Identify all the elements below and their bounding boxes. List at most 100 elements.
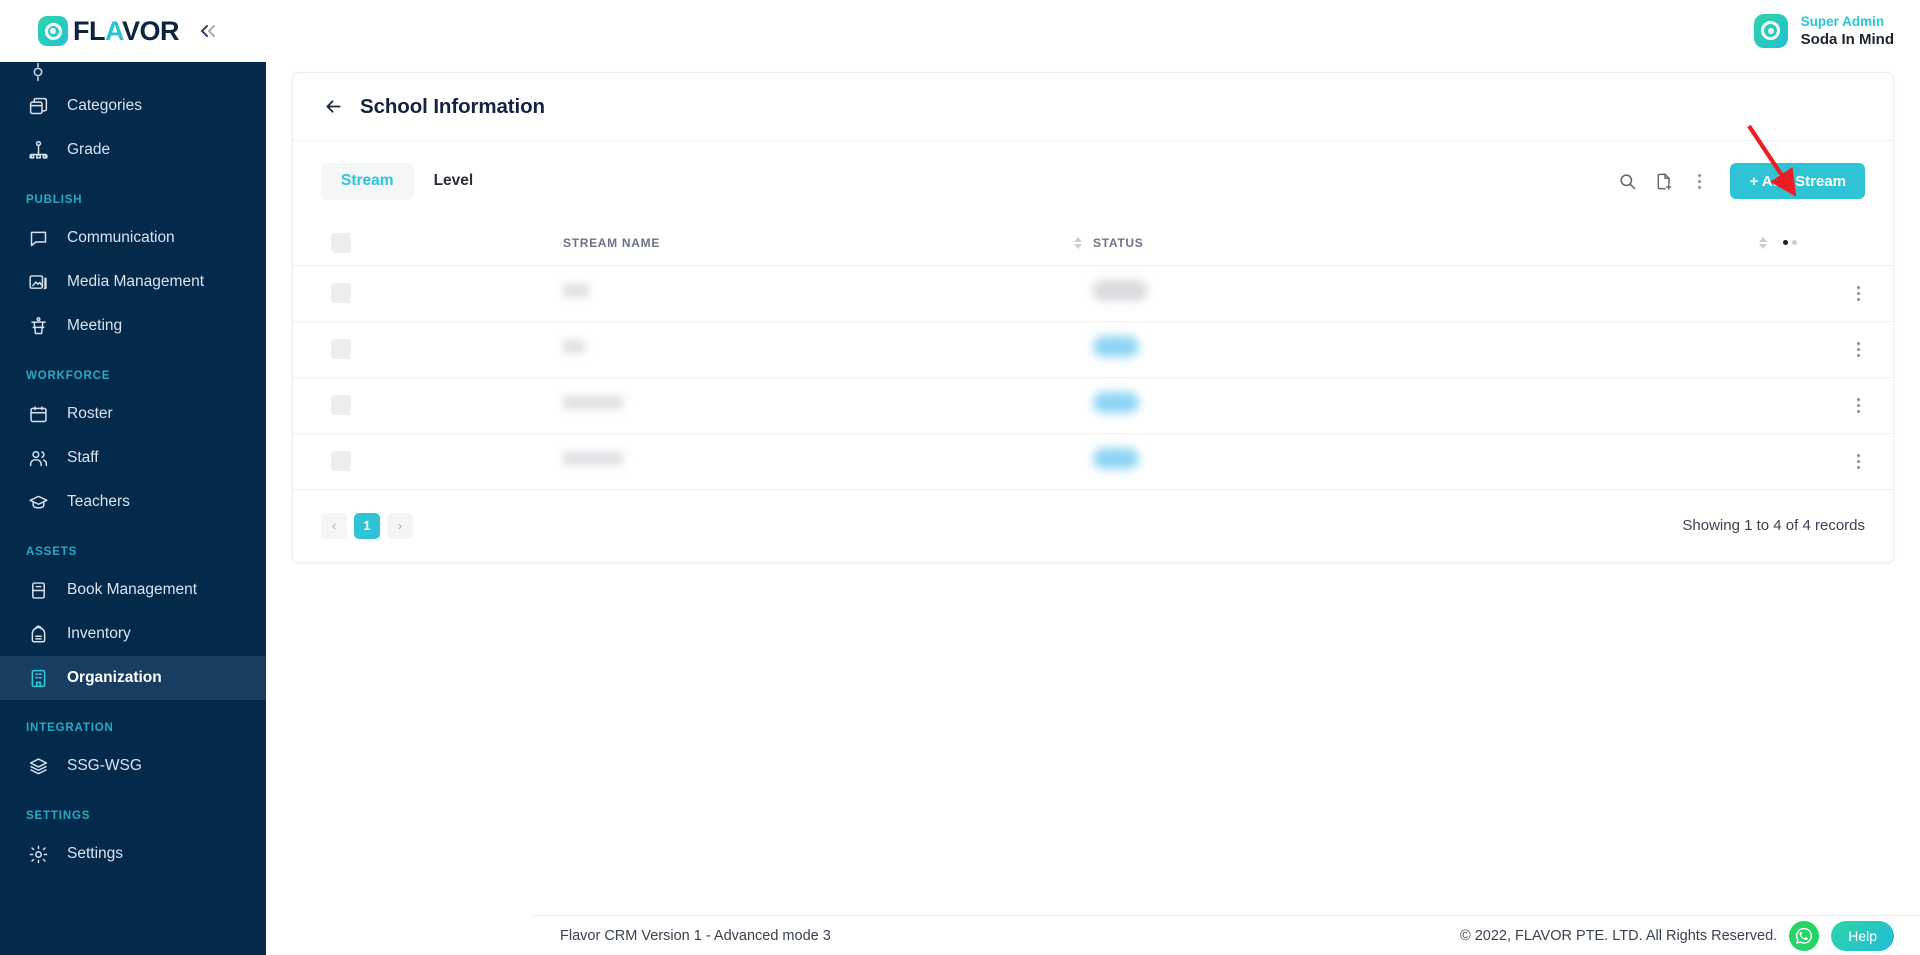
tab-label: Stream [341,172,394,189]
sidebar-item-settings[interactable]: Settings [0,832,266,876]
sidebar-group-integration: INTEGRATION [26,722,114,734]
backpack-icon [26,622,50,646]
cell-status [1093,265,1323,322]
sidebar-item-communication[interactable]: Communication [0,216,266,260]
select-all-checkbox[interactable] [331,232,351,253]
records-count: Showing 1 to 4 of 4 records [1682,517,1865,534]
users-icon [26,446,50,470]
document-add-icon[interactable] [1648,166,1678,196]
tab-bar: Stream Level [321,162,494,200]
cell-spacer [1783,265,1823,322]
table-body [293,265,1893,490]
sidebar-item-label: Media Management [67,273,204,290]
redacted-value [563,284,589,297]
help-button[interactable]: Help [1831,920,1894,951]
sidebar-item-ssg-wsg[interactable]: SSG-WSG [0,744,266,788]
redacted-value [563,452,623,465]
redacted-value [563,396,623,409]
sidebar-item-inventory[interactable]: Inventory [0,612,266,656]
add-stream-button[interactable]: + Add Stream [1730,163,1865,199]
pagination-page-1[interactable]: 1 [354,512,380,539]
tab-label: Level [433,172,474,189]
categories-icon [26,94,50,118]
status-badge [1093,280,1147,301]
calendar-icon [26,402,50,426]
sidebar-item-categories[interactable]: Categories [0,84,266,128]
toolbar-actions: + Add Stream [1612,163,1865,199]
table-toolbar: Stream Level + Add Stream [293,141,1893,221]
cell-status [1093,321,1323,378]
school-information-card: School Information Stream Level + Add St… [292,72,1894,563]
user-info: Super Admin Soda In Mind [1801,13,1894,49]
grade-hierarchy-icon [26,138,50,162]
table-row[interactable] [293,321,1893,378]
pagination: ‹ 1 › [321,512,413,539]
sidebar-item-roster[interactable]: Roster [0,392,266,436]
header-stream-name[interactable]: STREAM NAME [563,221,1063,266]
pagination-prev[interactable]: ‹ [321,512,347,539]
row-more-vertical-icon[interactable] [1823,285,1893,301]
table-row[interactable] [293,377,1893,434]
row-checkbox[interactable] [331,283,351,303]
tab-level[interactable]: Level [414,163,494,200]
sidebar-nav-scroll[interactable]: Categories Grade PUBLISH Communication M… [0,62,266,955]
gear-icon [26,842,50,866]
redacted-value [563,340,585,353]
header-column-indicator[interactable] [1783,221,1823,266]
brand-wordmark: FLAVOR [73,15,180,46]
sort-arrows-icon[interactable] [1743,236,1783,249]
app-root: FLAVOR Categories Grade PUBLISH Communic… [0,0,1920,955]
row-more-vertical-icon[interactable] [1823,341,1893,357]
cell-status [1093,377,1323,434]
sidebar-item-partial[interactable] [0,62,266,84]
table-row[interactable] [293,265,1893,322]
cell-spacer [1743,321,1783,378]
header-status-sorter[interactable] [1743,221,1783,266]
table-row[interactable] [293,433,1893,490]
whatsapp-icon[interactable] [1789,920,1820,951]
sort-arrows-icon[interactable] [1063,236,1093,249]
sidebar-item-book-management[interactable]: Book Management [0,568,266,612]
sidebar-item-grade[interactable]: Grade [0,128,266,172]
row-checkbox[interactable] [331,339,351,359]
footer: Flavor CRM Version 1 - Advanced mode 3 ©… [532,915,1920,955]
row-checkbox[interactable] [331,395,351,415]
cell-row-actions [1823,321,1893,378]
book-icon [26,578,50,602]
sidebar-group-settings: SETTINGS [26,810,91,822]
double-chevron-left-icon[interactable] [197,22,219,40]
sidebar: FLAVOR Categories Grade PUBLISH Communic… [0,0,266,955]
pagination-next[interactable]: › [387,512,413,539]
sidebar-item-label: Staff [67,449,99,466]
row-checkbox-cell [293,321,563,378]
row-checkbox[interactable] [331,451,351,471]
sidebar-item-label: Meeting [67,317,123,334]
sidebar-item-meeting[interactable]: Meeting [0,304,266,348]
row-checkbox-cell [293,377,563,434]
search-icon[interactable] [1612,166,1642,196]
building-icon [26,666,50,690]
header-spacer [1323,221,1743,266]
sidebar-item-organization[interactable]: Organization [0,656,266,700]
cell-spacer [1323,321,1743,378]
user-menu[interactable]: Super Admin Soda In Mind [1753,13,1894,49]
row-more-vertical-icon[interactable] [1823,397,1893,413]
arrow-left-icon[interactable] [323,96,344,117]
more-vertical-icon[interactable] [1684,166,1714,196]
sidebar-item-media-management[interactable]: Media Management [0,260,266,304]
cell-spacer [1063,321,1093,378]
cell-spacer [1743,433,1783,490]
header-stream-name-sorter[interactable] [1063,221,1093,266]
sidebar-item-label: Communication [67,229,175,246]
header-status[interactable]: STATUS [1093,221,1323,266]
sidebar-item-staff[interactable]: Staff [0,436,266,480]
cell-row-actions [1823,265,1893,322]
cell-spacer [1323,265,1743,322]
table-header-row: STREAM NAME STATUS [293,221,1893,266]
tab-stream[interactable]: Stream [321,162,414,200]
row-more-vertical-icon[interactable] [1823,453,1893,469]
flavor-ring-logo-icon [38,16,68,46]
sidebar-item-teachers[interactable]: Teachers [0,480,266,524]
partial-cut-icon [26,62,50,84]
sidebar-item-label: Inventory [67,625,131,642]
